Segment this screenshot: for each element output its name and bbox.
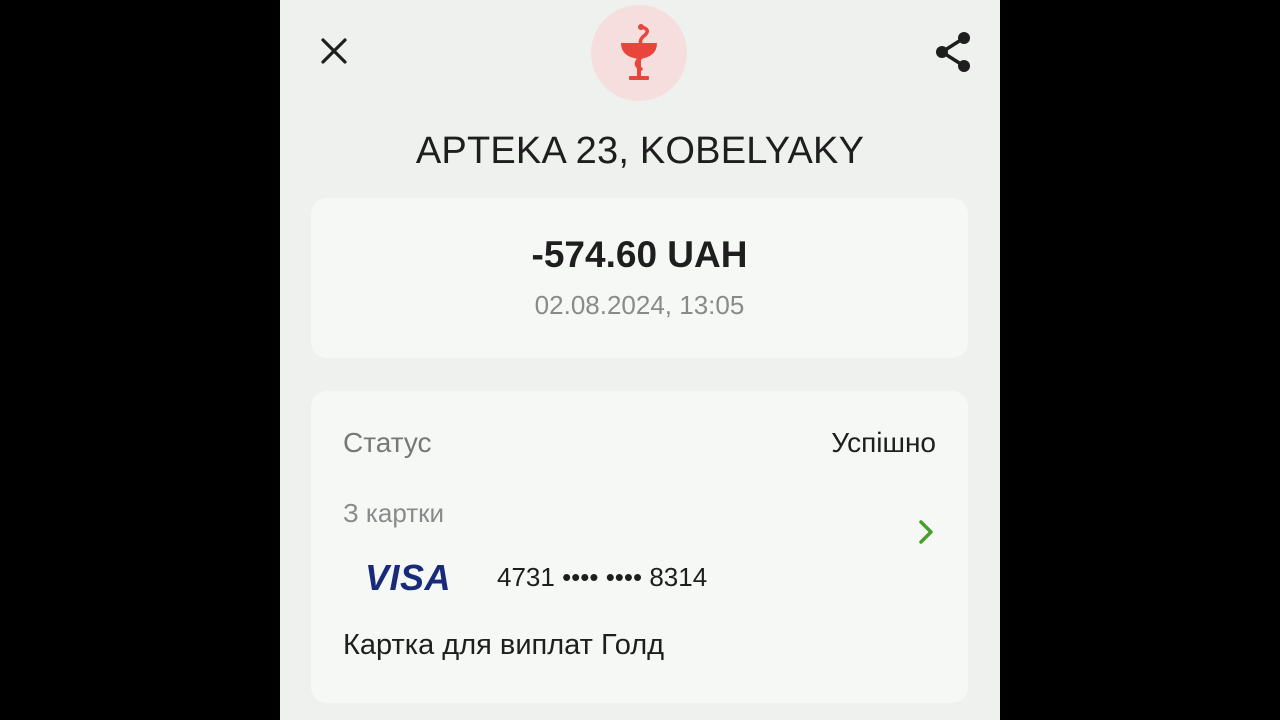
transaction-datetime: 02.08.2024, 13:05 xyxy=(534,290,745,320)
status-label: Статус xyxy=(343,427,432,458)
source-card-label: З картки xyxy=(343,498,445,528)
source-card-row[interactable]: З картки VISA 4731 •••• •••• 8314 Картка… xyxy=(311,491,968,711)
pharmacy-bowl-of-hygieia-icon xyxy=(621,24,657,80)
close-button[interactable] xyxy=(313,30,357,74)
transaction-amount: -574.60 UAH xyxy=(531,234,748,275)
card-number: 4731 •••• •••• 8314 xyxy=(497,562,708,592)
close-icon xyxy=(321,38,347,64)
transaction-details-screen: APTEKA 23, KOBELYAKY -574.60 UAH 02.08.2… xyxy=(280,0,1000,720)
status-value: Успішно xyxy=(831,427,936,458)
card-name: Картка для виплат Голд xyxy=(343,629,665,661)
merchant-name: APTEKA 23, KOBELYAKY xyxy=(415,130,865,172)
share-icon xyxy=(936,32,970,72)
share-button[interactable] xyxy=(932,28,976,76)
chevron-right-icon xyxy=(919,520,933,544)
details-card: Статус Успішно З картки VISA 4731 •••• •… xyxy=(311,391,968,703)
merchant-logo xyxy=(591,5,687,101)
visa-logo: VISA xyxy=(365,557,452,598)
amount-card: -574.60 UAH 02.08.2024, 13:05 xyxy=(311,198,968,358)
